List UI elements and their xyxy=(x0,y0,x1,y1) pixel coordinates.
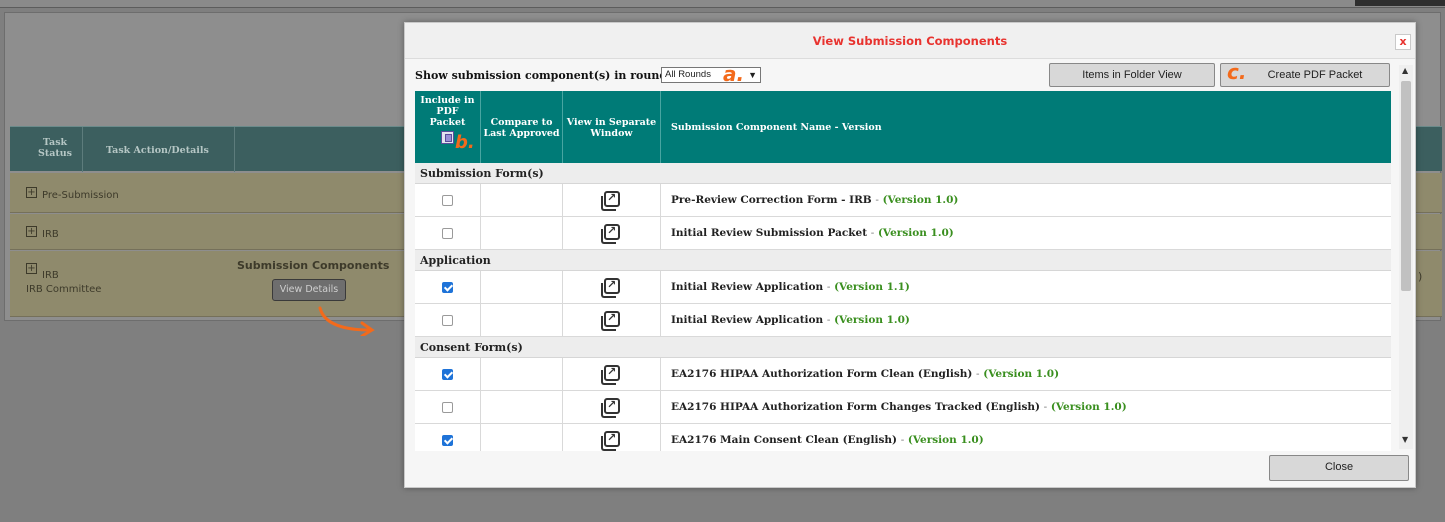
include-checkbox[interactable] xyxy=(442,315,453,326)
scroll-up-icon[interactable]: ▲ xyxy=(1402,66,1408,75)
dialog-scrollbar[interactable]: ▲ ▼ xyxy=(1399,65,1413,449)
table-row: Initial Review Application - (Version 1.… xyxy=(415,304,1391,337)
table-header: Include in PDF Packet b. Compare to Last… xyxy=(415,91,1391,163)
include-checkbox[interactable] xyxy=(442,435,453,446)
close-icon[interactable]: x xyxy=(1395,34,1411,50)
submission-components-label: Submission Components xyxy=(237,259,390,272)
task-row-label: IRB xyxy=(42,229,59,240)
section-header: Submission Form(s) xyxy=(415,163,1391,184)
section-header: Consent Form(s) xyxy=(415,337,1391,358)
component-name: Initial Review Application - (Version 1.… xyxy=(671,314,910,326)
table-row: Initial Review Submission Packet - (Vers… xyxy=(415,217,1391,250)
open-in-new-window-icon[interactable] xyxy=(601,398,620,418)
compare-column-header: Compare to Last Approved xyxy=(481,91,563,163)
components-table: Include in PDF Packet b. Compare to Last… xyxy=(415,91,1391,451)
view-details-button[interactable]: View Details xyxy=(272,279,346,301)
open-in-new-window-icon[interactable] xyxy=(601,224,620,244)
include-checkbox[interactable] xyxy=(442,402,453,413)
task-row-sublabel: IRB Committee xyxy=(26,284,102,295)
section-header: Application xyxy=(415,250,1391,271)
scrollbar-thumb[interactable] xyxy=(1401,81,1411,291)
include-column-header: Include in PDF Packet b. xyxy=(415,91,481,163)
round-select-label: Show submission component(s) in round: xyxy=(415,69,672,82)
top-bar-dark-segment xyxy=(1355,0,1445,6)
row-trailing-glyph: ) xyxy=(1418,270,1423,283)
annotation-c: c. xyxy=(1227,60,1247,84)
top-bar xyxy=(0,0,1445,8)
table-row: Initial Review Application - (Version 1.… xyxy=(415,271,1391,304)
table-row: Pre-Review Correction Form - IRB - (Vers… xyxy=(415,184,1391,217)
expand-icon[interactable]: + xyxy=(26,226,37,237)
task-status-header: Task Status xyxy=(37,137,73,159)
view-separate-column-header: View in Separate Window xyxy=(563,91,661,163)
chevron-down-icon: ▼ xyxy=(748,70,757,80)
expand-icon[interactable]: + xyxy=(26,187,37,198)
dialog-toolbar: Show submission component(s) in round: A… xyxy=(405,59,1415,91)
include-checkbox[interactable] xyxy=(442,195,453,206)
component-name: EA2176 HIPAA Authorization Form Changes … xyxy=(671,401,1127,413)
name-column-header: Submission Component Name - Version xyxy=(671,122,882,133)
component-name: Pre-Review Correction Form - IRB - (Vers… xyxy=(671,194,959,206)
header-separator xyxy=(82,127,83,172)
round-select-value: All Rounds xyxy=(665,69,711,80)
open-in-new-window-icon[interactable] xyxy=(601,278,620,298)
include-checkbox[interactable] xyxy=(442,369,453,380)
include-checkbox[interactable] xyxy=(442,228,453,239)
task-row-label: Pre-Submission xyxy=(42,190,119,201)
scroll-down-icon[interactable]: ▼ xyxy=(1402,435,1408,444)
component-name: EA2176 Main Consent Clean (English) - (V… xyxy=(671,434,984,446)
pdf-packet-icon[interactable] xyxy=(441,131,454,144)
component-name: Initial Review Submission Packet - (Vers… xyxy=(671,227,954,239)
table-row: EA2176 HIPAA Authorization Form Clean (E… xyxy=(415,358,1391,391)
table-row: EA2176 Main Consent Clean (English) - (V… xyxy=(415,424,1391,451)
task-action-header: Task Action/Details xyxy=(106,145,209,156)
create-pdf-packet-button[interactable]: c. Create PDF Packet xyxy=(1220,60,1390,87)
dialog-title: View Submission Components xyxy=(405,23,1415,59)
component-name: EA2176 HIPAA Authorization Form Clean (E… xyxy=(671,368,1060,380)
include-header-label: Include in PDF Packet xyxy=(420,95,475,128)
annotation-b: b. xyxy=(455,132,475,153)
include-checkbox[interactable] xyxy=(442,282,453,293)
component-name: Initial Review Application - (Version 1.… xyxy=(671,281,910,293)
header-separator xyxy=(234,127,235,172)
open-in-new-window-icon[interactable] xyxy=(601,311,620,331)
open-in-new-window-icon[interactable] xyxy=(601,431,620,451)
annotation-a: a. xyxy=(723,62,745,86)
expand-icon[interactable]: + xyxy=(26,263,37,274)
close-button[interactable]: Close xyxy=(1269,455,1409,481)
items-in-folder-view-button[interactable]: Items in Folder View xyxy=(1049,63,1215,87)
open-in-new-window-icon[interactable] xyxy=(601,365,620,385)
view-submission-components-dialog: View Submission Components x Show submis… xyxy=(404,22,1416,488)
open-in-new-window-icon[interactable] xyxy=(601,191,620,211)
table-row: EA2176 HIPAA Authorization Form Changes … xyxy=(415,391,1391,424)
annotation-arrow-icon xyxy=(318,306,375,336)
round-select[interactable]: All Rounds ▼ xyxy=(661,67,761,83)
create-pdf-packet-label: Create PDF Packet xyxy=(1267,69,1363,81)
task-row-label: IRB xyxy=(42,270,59,281)
